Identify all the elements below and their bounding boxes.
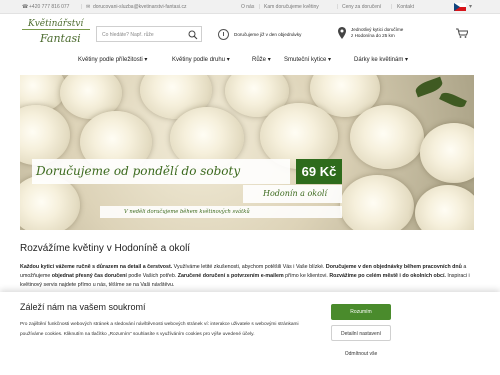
cookie-consent-bar: Záleží nám na vašem soukromí Pro zajiště… [0, 292, 500, 375]
cart-icon[interactable] [456, 28, 468, 38]
hero-headline-box: Doručujeme od pondělí do soboty [32, 159, 290, 184]
nav-item-gifts[interactable]: Dárky ke květinám ▾ [354, 56, 408, 63]
hero-price-badge: 69 Kč [296, 159, 342, 184]
phone-number[interactable]: +420 777 816 077 [29, 4, 69, 10]
top-contact-bar: ☎ +420 777 816 077 | ✉ dorucovani-sluzba… [0, 0, 500, 14]
hero-subheadline: Hodonín a okolí [263, 189, 328, 198]
logo-text-bottom: Fantasi [40, 32, 81, 45]
flag-cz-icon[interactable] [454, 3, 466, 11]
clock-icon [218, 29, 229, 40]
search-input[interactable]: Co hledáte? Např. růže [102, 32, 154, 38]
hero-sub-box: Hodonín a okolí [243, 185, 342, 203]
email-icon: ✉ [86, 4, 91, 10]
hero-headline: Doručujeme od pondělí do soboty [36, 164, 241, 178]
nav-item-occasions[interactable]: Květiny podle příležitosti ▾ [78, 56, 147, 63]
delivery-range-line2: z Hodonína do 25 km [351, 33, 395, 38]
topbar-link-delivery-prices[interactable]: Ceny za doručení [342, 4, 381, 10]
nav-item-flower-types[interactable]: Květiny podle druhu ▾ [172, 56, 230, 63]
email-link[interactable]: dorucovani-sluzba@kvetinarstvi-fantasi.c… [93, 4, 186, 10]
chevron-down-icon[interactable]: ▾ [469, 3, 472, 10]
phone-icon: ☎ [22, 4, 29, 10]
location-pin-icon [338, 27, 346, 39]
logo-swirl [22, 29, 90, 30]
topbar-link-about[interactable]: O nás [241, 4, 254, 10]
hero-note-box: V neděli doručujeme během květinových sv… [100, 206, 342, 218]
search-icon[interactable] [188, 30, 198, 40]
page-heading: Rozvážíme květiny v Hodoníně a okolí [20, 243, 191, 254]
cookie-title: Záleží nám na vašem soukromí [20, 302, 146, 312]
intro-paragraph: Každou kytici vážeme ručně s důrazem na … [20, 264, 470, 288]
search-box[interactable]: Co hledáte? Např. růže [96, 26, 202, 42]
topbar-link-delivery-areas[interactable]: Kam doručujeme květiny [264, 4, 319, 10]
nav-item-roses[interactable]: Růže ▾ [252, 56, 271, 63]
nav-item-funeral[interactable]: Smuteční kytice ▾ [284, 56, 331, 63]
divider: | [337, 4, 339, 10]
cookie-accept-button[interactable]: Rozumím [331, 304, 391, 320]
logo-text-top: Květinářství [28, 19, 84, 29]
cookie-text: Pro zajištění funkčnosti webových stráne… [20, 322, 299, 337]
rose [350, 105, 424, 169]
site-logo[interactable]: Květinářství Fantasi [22, 18, 92, 48]
main-nav: Květiny podle příležitosti ▾ Květiny pod… [0, 53, 500, 67]
same-day-delivery-info: Doručujeme již v den objednávky [234, 32, 302, 37]
hero-note: V neděli doručujeme během květinových sv… [124, 209, 250, 215]
topbar-link-contact[interactable]: Kontakt [397, 4, 414, 10]
divider: | [391, 4, 393, 10]
cookie-reject-button[interactable]: Odmítnout vše [331, 346, 391, 362]
cookie-settings-button[interactable]: Detailní nastavení [331, 325, 391, 341]
hero-banner[interactable]: Doručujeme od pondělí do soboty 69 Kč Ho… [20, 75, 474, 230]
divider: | [81, 4, 83, 10]
delivery-range-info: Jednotlivý kytici doručíme z Hodonína do… [351, 27, 441, 39]
rose [340, 175, 414, 230]
divider: | [259, 4, 261, 10]
